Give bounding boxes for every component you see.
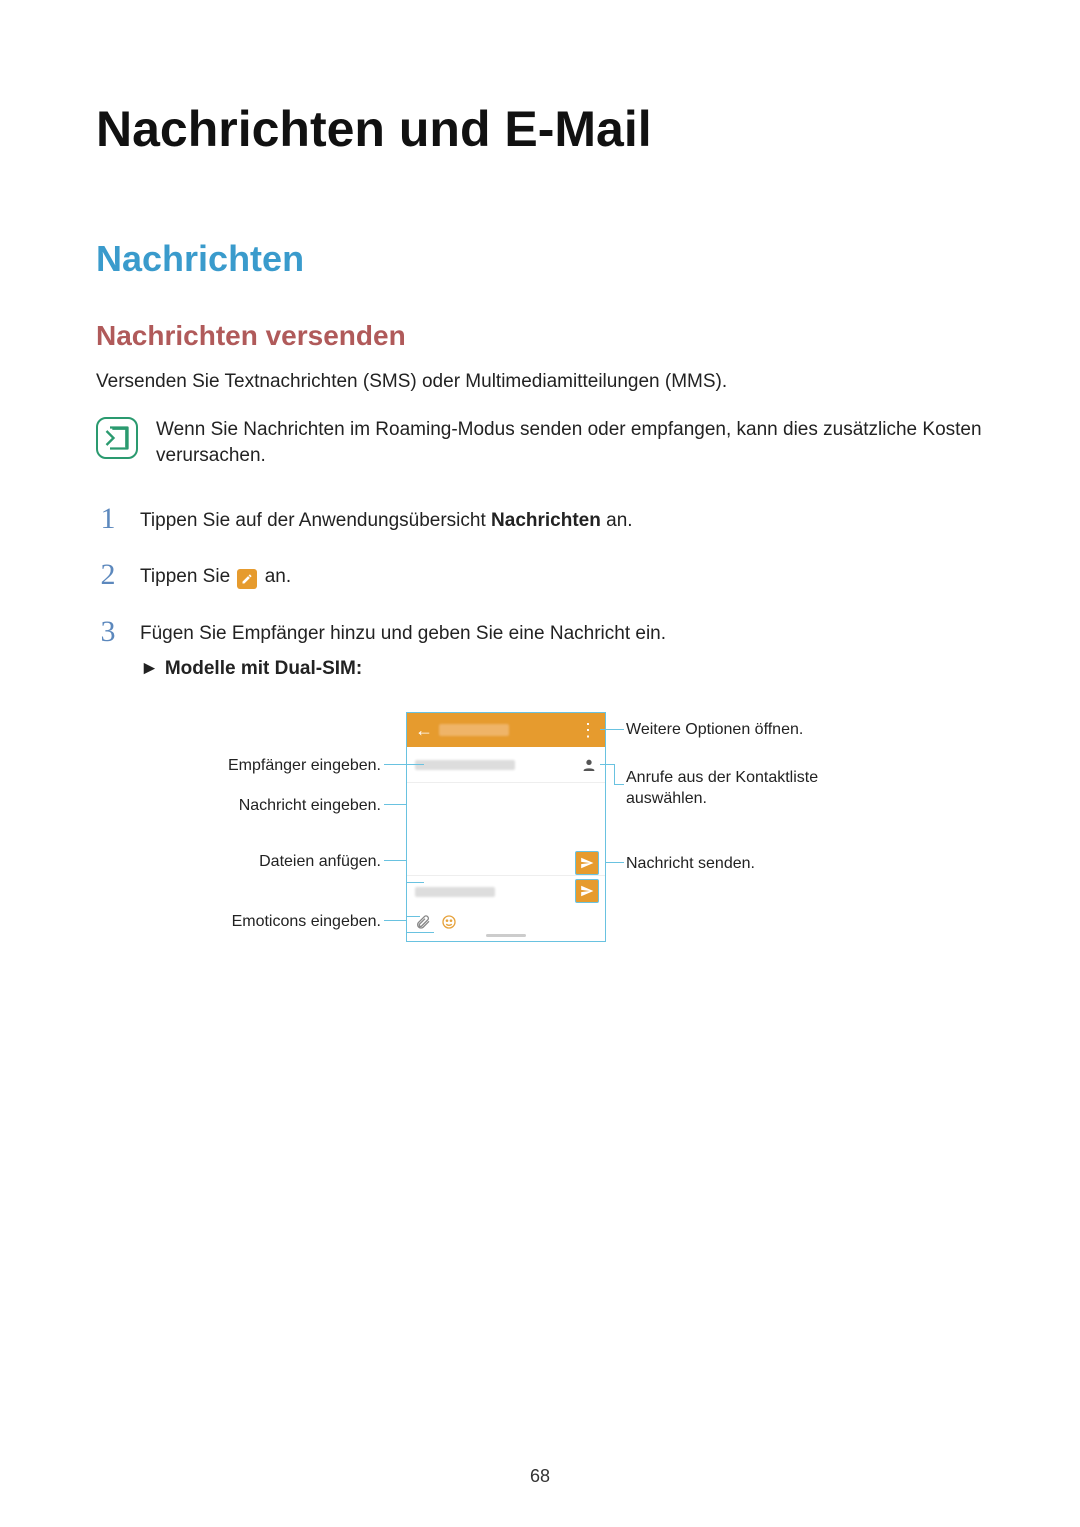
callout-attach: Dateien anfügen. — [206, 852, 381, 873]
step-3-sub-colon: : — [356, 658, 362, 679]
drag-handle — [486, 934, 526, 937]
step-2-text: Tippen Sie an. — [140, 560, 291, 591]
page-title: Nachrichten und E-Mail — [96, 100, 984, 158]
callout-emoticon: Emoticons eingeben. — [206, 912, 381, 933]
compose-diagram: ← ⋮ — [206, 712, 846, 972]
callout-more: Weitere Optionen öffnen. — [626, 720, 846, 741]
step-2-after: an. — [265, 566, 291, 587]
callout-message: Nachricht eingeben. — [206, 796, 381, 817]
page-number: 68 — [0, 1466, 1080, 1487]
callout-recipient: Empfänger eingeben. — [206, 756, 381, 777]
step-2-before: Tippen Sie — [140, 566, 235, 587]
note-icon — [96, 417, 138, 459]
step-3-sub: ► Modelle mit Dual-SIM: — [140, 656, 666, 683]
step-1-before: Tippen Sie auf der Anwendungsübersicht — [140, 510, 491, 531]
step-3-text: Fügen Sie Empfänger hinzu und geben Sie … — [140, 617, 666, 682]
subsection-title: Nachrichten versenden — [96, 320, 984, 352]
phone-mock: ← ⋮ — [406, 712, 606, 942]
step-3-main: Fügen Sie Empfänger hinzu und geben Sie … — [140, 623, 666, 644]
send-sim2-button — [575, 879, 599, 903]
callout-send: Nachricht senden. — [626, 854, 846, 875]
step-2: 2 Tippen Sie an. — [96, 560, 984, 591]
contact-icon — [581, 757, 597, 773]
arrow-icon: ► — [140, 658, 159, 679]
emoticon-icon — [441, 914, 457, 935]
more-icon: ⋮ — [579, 727, 597, 734]
back-icon: ← — [415, 720, 433, 741]
step-1-bold: Nachrichten — [491, 510, 601, 531]
send-sim1-button — [575, 851, 599, 875]
compose-icon — [237, 569, 257, 589]
recipient-row — [407, 747, 605, 783]
step-number: 1 — [96, 504, 120, 534]
blurred-recipient — [415, 760, 515, 770]
step-3-sub-bold: Modelle mit Dual-SIM — [165, 658, 356, 679]
note-block: Wenn Sie Nachrichten im Roaming-Modus se… — [96, 417, 984, 470]
step-1: 1 Tippen Sie auf der Anwendungsübersicht… — [96, 504, 984, 535]
section-title: Nachrichten — [96, 238, 984, 280]
step-1-after: an. — [601, 510, 633, 531]
step-1-text: Tippen Sie auf der Anwendungsübersicht N… — [140, 504, 633, 535]
phone-header: ← ⋮ — [407, 713, 605, 747]
blurred-title — [439, 724, 509, 736]
step-3: 3 Fügen Sie Empfänger hinzu und geben Si… — [96, 617, 984, 682]
intro-text: Versenden Sie Textnachrichten (SMS) oder… — [96, 370, 984, 395]
send-buttons — [573, 847, 601, 907]
note-text: Wenn Sie Nachrichten im Roaming-Modus se… — [156, 417, 984, 470]
step-number: 3 — [96, 617, 120, 647]
blurred-input — [415, 887, 495, 897]
step-number: 2 — [96, 560, 120, 590]
callout-contacts: Anrufe aus der Kontaktliste auswählen. — [626, 768, 846, 810]
